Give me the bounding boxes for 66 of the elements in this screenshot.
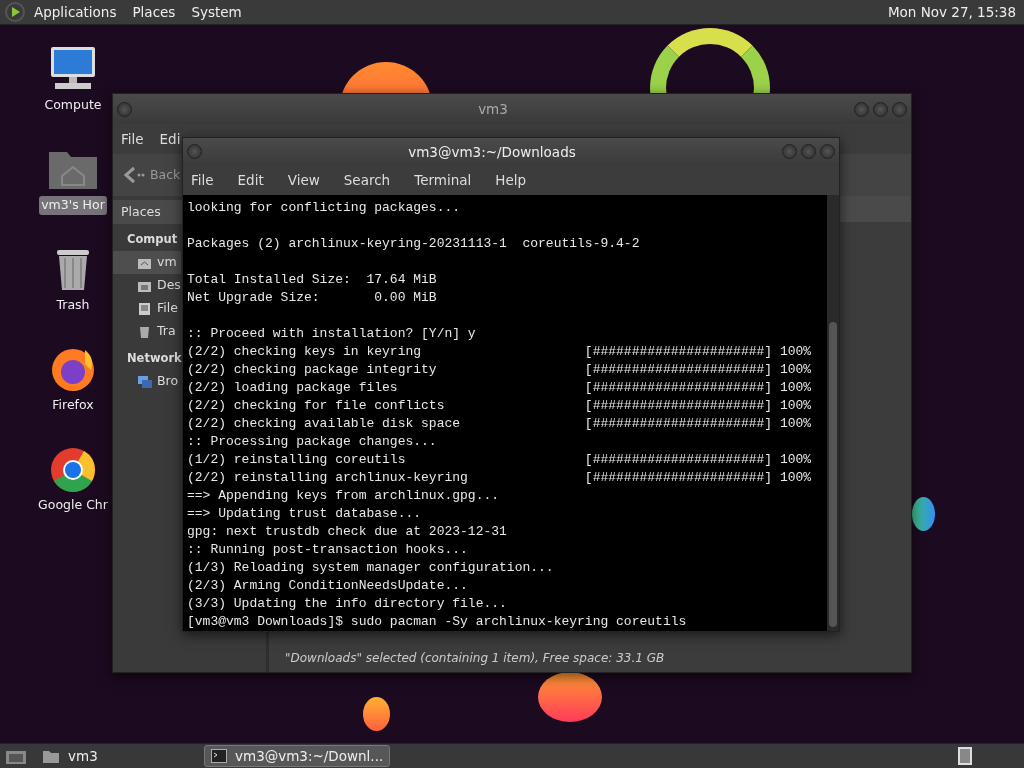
terminal-line: (2/2) reinstalling archlinux-keyring [######################] 100% [187,469,812,487]
sidebar-item[interactable]: Tra [113,320,181,343]
terminal-line: Total Installed Size: 17.64 MiB [187,271,437,289]
terminal-line: ==> Updating trust database... [187,505,422,523]
menu-item[interactable]: File [191,170,214,191]
terminal-line: (1/3) Reloading system manager configuration... [187,559,554,577]
menu-item[interactable]: File [121,128,144,150]
terminal-line: (1/2) reinstalling coreutils [######################] 100% [187,451,812,469]
panel-menu[interactable]: Applications [34,1,117,23]
sidebar-heading: Comput [126,230,179,248]
menu-item[interactable]: Terminal [414,170,472,191]
drive-icon [137,300,153,317]
sidebar-heading: Network [126,349,181,367]
sidebar-item[interactable]: File [113,297,181,320]
run-icon [4,1,26,23]
icon-label: Firefox [51,396,95,414]
window-control[interactable] [117,101,132,117]
panel-clock[interactable]: Mon Nov 27, 15:38 [887,1,1016,23]
terminal-line: Packages (2) archlinux-keyring-20231113-1 coreutils-9.4-2 [187,235,640,253]
wallpaper-blob [363,697,390,731]
wallpaper-blob [912,497,935,531]
sidebar-item[interactable]: Des [113,274,181,297]
window-control[interactable] [854,101,869,117]
menu-item[interactable]: Help [495,170,527,191]
icon-label: Google Chr [37,496,109,514]
terminal-line: (2/2) checking keys in keyring [######################] 100% [187,343,812,361]
taskbar-button[interactable]: vm3@vm3:~/Downl... [204,745,391,767]
menu-item[interactable]: Search [343,170,391,191]
menu-item[interactable]: View [287,170,320,191]
menu-item[interactable]: Edi [159,128,181,150]
sidebar-item[interactable]: Bro [113,370,181,393]
menu-item[interactable]: Edit [237,170,264,191]
terminal-line: (2/2) checking package integrity [######################] 100% [187,361,812,379]
terminal-line: ==> Appending keys from archlinux.gpg... [187,487,500,505]
terminal-line: :: Proceed with installation? [Y/n] y [187,325,476,343]
window-control[interactable] [782,144,797,160]
window-control[interactable] [873,101,888,117]
terminal-line: (2/2) checking available disk space [######################] 100% [187,415,812,433]
terminal-line: :: Processing package changes... [187,433,437,451]
scrollbar[interactable] [827,195,839,631]
terminal-line: :: Running post-transaction hooks... [187,541,468,559]
terminal-line: (2/2) checking for file conflicts [######################] 100% [187,397,812,415]
window-control[interactable] [187,144,202,160]
network-icon [137,373,153,390]
window-control[interactable] [820,144,835,160]
terminal-icon [211,749,227,763]
terminal-line: (2/3) Arming ConditionNeedsUpdate... [187,577,468,595]
panel-menu[interactable]: Places [132,1,176,23]
sidebar-item[interactable]: vm [113,251,181,274]
window-title: vm3 [478,99,508,119]
icon-label: Trash [55,296,91,314]
terminal-line: gpg: next trustdb check due at 2023-12-31 [187,523,507,541]
terminal-line: Net Upgrade Size: 0.00 MiB [187,289,437,307]
terminal-line: (2/2) loading package files [######################] 100% [187,379,812,397]
panel-menu[interactable]: System [191,1,242,23]
icon-label: Compute [43,96,103,114]
terminal-line: [vm3@vm3 Downloads]$ sudo pacman -Sy archlinux-keyring coreutils [187,613,687,631]
back-arrow-icon [122,165,146,185]
workspace-switcher[interactable] [958,747,972,765]
taskbar-button[interactable]: vm3 [36,745,196,767]
window-control[interactable] [801,144,816,160]
terminal-line: (3/3) Updating the info directory file... [187,595,507,613]
status-bar-text: "Downloads" selected (containing 1 item), Free space: 33.1 GB [284,650,666,667]
window-control[interactable] [892,101,907,117]
icon-label: vm3's Hor [39,196,107,215]
window-title: vm3@vm3:~/Downloads [408,142,576,162]
